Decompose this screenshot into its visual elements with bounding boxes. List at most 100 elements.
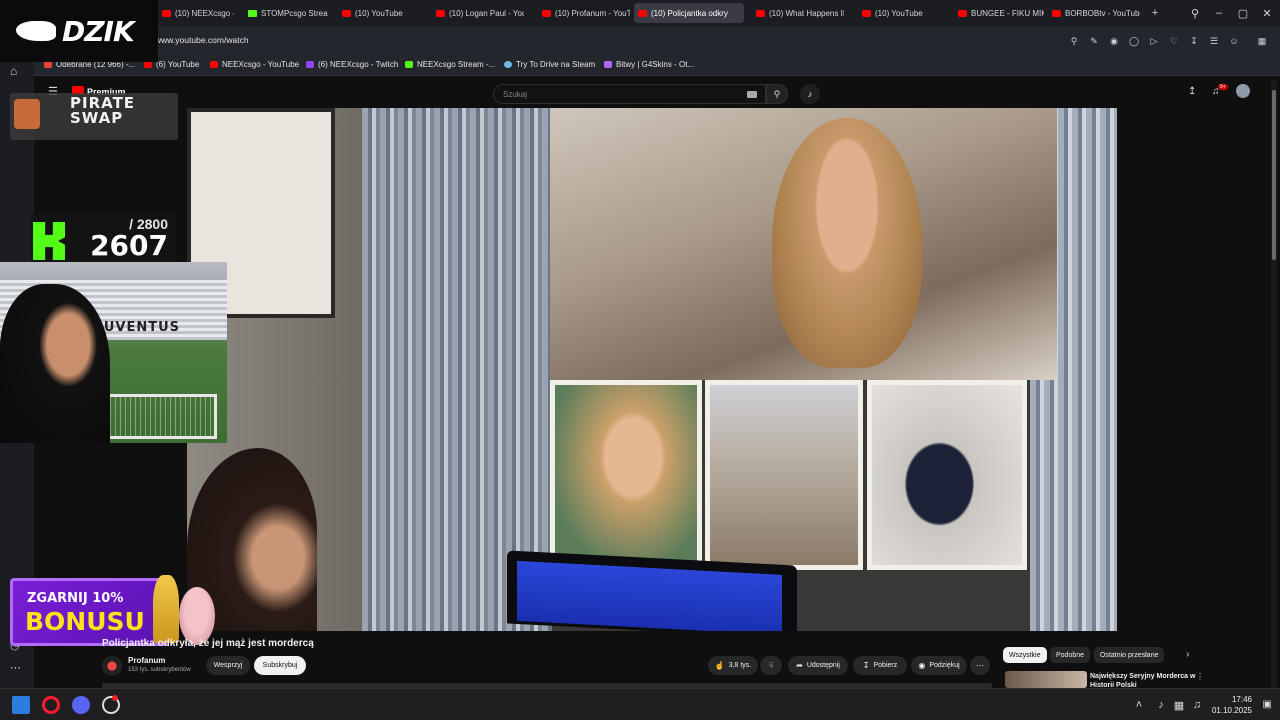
shield-icon[interactable]: ◯ xyxy=(1128,35,1140,47)
opera-browser-icon[interactable] xyxy=(42,696,60,714)
thanks-label: Podziękuj xyxy=(929,662,960,669)
bonus-line-1: ZGARNIJ 10% xyxy=(27,591,124,606)
bookmark-item[interactable]: NEEXcsgo Stream -... xyxy=(405,60,495,69)
notification-center-icon[interactable]: ▣ xyxy=(1263,699,1272,710)
system-clock[interactable]: 17:46 01.10.2025 xyxy=(1212,694,1252,716)
browser-tab[interactable]: (10) YouTube xyxy=(858,3,942,23)
video-player[interactable] xyxy=(187,108,1117,631)
download-icon[interactable]: ↧ xyxy=(1188,35,1200,47)
windows-start-icon[interactable] xyxy=(12,696,30,714)
bookmark-label: NEEXcsgo - YouTube xyxy=(222,60,300,69)
browser-tab[interactable]: (10) Profanum - YouT xyxy=(538,3,630,23)
bonus-promo-overlay: ZGARNIJ 10% BONUSU xyxy=(10,575,215,646)
download-button[interactable]: ↧ Pobierz xyxy=(853,656,907,675)
network-icon[interactable]: ▦ xyxy=(1170,696,1188,714)
thanks-button[interactable]: ◉ Podziękuj xyxy=(911,656,967,675)
page-scrollbar[interactable] xyxy=(1271,80,1277,688)
subscribe-button[interactable]: Subskrybuj xyxy=(254,656,306,675)
video-scene-photo-3 xyxy=(867,380,1027,570)
bookmark-label: NEEXcsgo Stream -... xyxy=(417,60,496,69)
thumbs-down-icon: ☟ xyxy=(768,661,774,670)
bookmark-label: (6) NEEXcsgo - Twitch xyxy=(318,60,399,69)
video-scene-portrait xyxy=(772,118,922,368)
address-bar: www.youtube.com/watch ⚲ ✎ ◉ ◯ ▷ ♡ ↧ ☰ ☺ … xyxy=(0,26,1280,56)
new-tab-button[interactable]: + xyxy=(1146,4,1164,22)
close-window-button[interactable]: ✕ xyxy=(1258,4,1276,22)
thanks-icon: ◉ xyxy=(918,661,926,670)
menu-icon[interactable]: ☰ xyxy=(1208,35,1220,47)
dislike-button[interactable]: ☟ xyxy=(760,656,782,675)
channel-name[interactable]: Profanum xyxy=(128,656,165,665)
bookmark-label: (6) YouTube xyxy=(156,60,200,69)
tab-label: (10) YouTube xyxy=(355,8,403,18)
scrollbar-thumb[interactable] xyxy=(1272,90,1276,260)
filter-chip[interactable]: Ostatnio przesłane xyxy=(1094,647,1165,663)
filter-chip[interactable]: Wszystkie xyxy=(1003,647,1047,663)
sponsor-line-2: SWAP xyxy=(70,109,124,127)
join-button[interactable]: Wesprzyj xyxy=(206,656,250,675)
volume-icon[interactable]: ♫ xyxy=(1188,696,1206,714)
search-page-icon[interactable]: ⚲ xyxy=(1068,35,1080,47)
more-actions-button[interactable]: ⋯ xyxy=(970,656,990,675)
browser-tab-strip: (10) NEEXcsgo - YouT STOMPcsgo Strea (10) … xyxy=(0,0,1280,26)
streamer-webcam: JUVENTUS xyxy=(0,262,227,443)
browser-tab[interactable]: STOMPcsgo Strea xyxy=(244,3,332,23)
steam-favicon-icon xyxy=(504,61,512,68)
youtube-favicon-icon xyxy=(958,9,967,17)
youtube-favicon-icon xyxy=(162,9,171,17)
url-field[interactable]: www.youtube.com/watch xyxy=(155,35,249,45)
minimize-button[interactable]: – xyxy=(1210,4,1228,22)
bookmark-label: Bitwy | G4Skins - Ot... xyxy=(616,60,695,69)
play-icon[interactable]: ▷ xyxy=(1148,35,1160,47)
app-notification-dot xyxy=(112,695,118,701)
browser-tab[interactable]: (10) Policjantka odkry xyxy=(634,3,744,23)
notification-count-badge: 9+ xyxy=(1218,84,1228,90)
like-count: 3,8 tys. xyxy=(728,662,752,669)
browser-tab[interactable]: (10) NEEXcsgo - YouT xyxy=(158,3,234,23)
recommended-thumbnail[interactable] xyxy=(1005,671,1087,688)
browser-tab[interactable]: (10) Logan Paul - You xyxy=(432,3,524,23)
search-button[interactable]: ⚲ xyxy=(766,84,788,104)
account-avatar[interactable] xyxy=(1236,84,1250,98)
download-label: Pobierz xyxy=(873,662,898,669)
tray-chevron-up-icon[interactable]: ˄ xyxy=(1130,696,1148,714)
browser-tab[interactable]: BUNGEE - FIKU MIKU xyxy=(954,3,1044,23)
channel-avatar[interactable] xyxy=(102,656,122,676)
search-icon: ⚲ xyxy=(773,88,781,99)
discord-icon[interactable] xyxy=(72,696,90,714)
join-label: Wesprzyj xyxy=(213,662,243,669)
keyboard-icon[interactable] xyxy=(747,91,757,98)
webcam-goal-net xyxy=(92,394,217,439)
bookmark-item[interactable]: Try To Drive na Steam xyxy=(504,60,595,69)
recommended-menu-icon[interactable]: ⋮ xyxy=(1196,672,1204,681)
camera-icon[interactable]: ◉ xyxy=(1108,35,1120,47)
share-button[interactable]: ➦ Udostępnij xyxy=(788,656,848,675)
browser-tab[interactable]: BORBOBtv - YouTube xyxy=(1048,3,1140,23)
bookmark-item[interactable]: (6) NEEXcsgo - Twitch xyxy=(306,60,398,69)
like-button[interactable]: ☝ 3,8 tys. xyxy=(708,656,758,675)
chips-next-chevron-icon[interactable]: › xyxy=(1186,649,1189,660)
voice-search-mic-icon[interactable]: ♪ xyxy=(800,84,820,104)
bookmark-item[interactable]: NEEXcsgo - YouTube xyxy=(210,60,299,69)
gmail-favicon-icon xyxy=(44,61,52,68)
tab-label: STOMPcsgo Strea xyxy=(261,8,328,18)
upload-icon[interactable]: ↥ xyxy=(1188,86,1196,97)
heart-icon[interactable]: ♡ xyxy=(1168,35,1180,47)
microphone-icon[interactable]: ♪ xyxy=(1152,696,1170,714)
extension-icon[interactable]: ▦ xyxy=(1256,35,1268,47)
edit-icon[interactable]: ✎ xyxy=(1088,35,1100,47)
search-tabs-icon[interactable]: ⚲ xyxy=(1186,4,1204,22)
bookmark-item[interactable]: Bitwy | G4Skins - Ot... xyxy=(604,60,694,69)
browser-tab[interactable]: (10) YouTube xyxy=(338,3,424,23)
home-icon[interactable]: ⌂ xyxy=(10,64,17,78)
youtube-favicon-icon xyxy=(638,9,647,17)
kick-favicon-icon xyxy=(405,61,413,68)
more-icon[interactable]: ⋯ xyxy=(10,661,21,674)
maximize-button[interactable]: ▢ xyxy=(1234,4,1252,22)
profile-icon[interactable]: ☺ xyxy=(1228,35,1240,47)
search-input[interactable]: Szukaj xyxy=(493,84,766,104)
download-arrow-icon: ↧ xyxy=(862,661,870,670)
filter-chip[interactable]: Podobne xyxy=(1050,647,1091,663)
bonus-mascot-creature xyxy=(179,587,215,645)
browser-tab[interactable]: (10) What Happens If xyxy=(752,3,844,23)
